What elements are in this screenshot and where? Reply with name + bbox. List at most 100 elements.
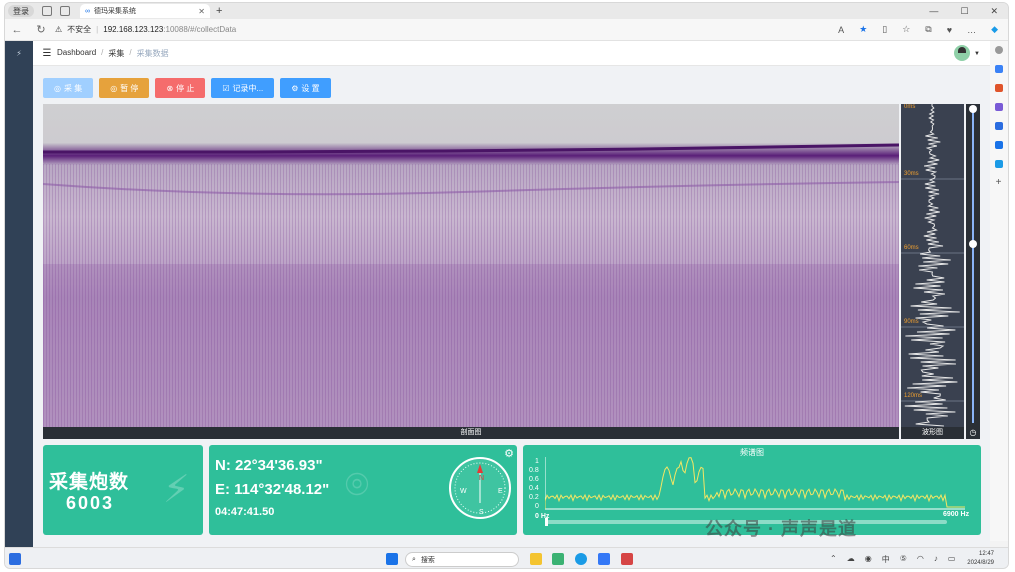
edge-icon[interactable] — [575, 553, 587, 565]
widgets-icon[interactable] — [9, 553, 21, 565]
play-icon: ◎ — [54, 83, 61, 93]
wave-mark-60: 60ms — [904, 245, 919, 251]
shots-title: 采集炮数 — [49, 472, 130, 493]
volume-icon[interactable]: ♪ — [934, 554, 938, 565]
shots-card: 采集炮数 6003 ⚡ — [43, 445, 203, 535]
depth-slider[interactable] — [966, 104, 980, 427]
back-icon[interactable]: ← — [5, 24, 29, 36]
outlook-icon[interactable] — [994, 141, 1003, 149]
seismic-profile[interactable] — [43, 104, 899, 427]
search-icon[interactable] — [994, 46, 1003, 54]
browser-window: 登录 ∞ 德玛采集系统 ✕ + — ☐ ✕ ← ↻ ⚠ 不安全 | 192.16… — [4, 2, 1009, 569]
spec-y-08: 0.8 — [529, 467, 539, 474]
app-root: ⚡ ☰ Dashboard / 采集 / 采集数据 ▼ ◎ 采 集 ◎ 暂 停 ⊗ 停… — [5, 41, 990, 547]
slider-knob-top[interactable] — [969, 105, 977, 113]
recording-button[interactable]: ☑ 记录中... — [211, 78, 275, 98]
waveform-label: 波形图 — [901, 427, 964, 439]
profile-label: 登录 — [13, 6, 29, 16]
browser-sidebar: + — [988, 41, 1008, 541]
add-icon[interactable]: + — [995, 178, 1003, 188]
ime-icon[interactable]: 中 — [882, 554, 890, 565]
search-icon: ⌕ — [412, 555, 416, 563]
logo-icon[interactable]: ⚡ — [16, 49, 22, 58]
close-tab-icon[interactable]: ✕ — [198, 7, 205, 16]
taskbar: ⌕ 搜索 ⌃ ☁ ◉ 中 ⑤ ◠ ♪ ▭ 12:47 2024/8/29 — [5, 547, 1008, 568]
taskbar-search[interactable]: ⌕ 搜索 — [405, 552, 519, 567]
tab-actions-icon[interactable] — [60, 6, 70, 16]
cloud-icon[interactable]: ☁ — [847, 554, 855, 565]
maximize-icon[interactable]: ☐ — [960, 6, 968, 17]
new-tab-button[interactable]: + — [216, 5, 222, 17]
hamburger-icon[interactable]: ☰ — [37, 48, 57, 59]
wave-mark-30: 30ms — [904, 171, 919, 177]
workspaces-icon[interactable] — [42, 6, 52, 16]
read-aloud-icon[interactable]: A — [838, 25, 844, 35]
pause-icon: ◎ — [110, 83, 118, 93]
spec-y-1: 1 — [535, 458, 539, 465]
avatar[interactable] — [954, 45, 970, 61]
warning-icon: ⚠ — [55, 25, 63, 34]
tab-active[interactable]: ∞ 德玛采集系统 ✕ — [80, 4, 210, 18]
url-host: 192.168.123.123 — [103, 25, 164, 34]
refresh-icon[interactable]: ↻ — [29, 23, 53, 36]
collections-icon[interactable]: ⧉ — [925, 24, 931, 35]
toolbox-icon[interactable] — [994, 84, 1003, 92]
wifi-icon[interactable]: ◠ — [917, 554, 924, 565]
favorite-star-icon[interactable]: ★ — [859, 24, 867, 35]
gear-icon[interactable]: ⚙ — [504, 447, 514, 460]
network-icon[interactable]: ◉ — [865, 554, 872, 565]
waveform-panel[interactable]: 0ms 30ms 60ms 90ms 120ms — [901, 104, 964, 427]
stop-label: 停 止 — [176, 83, 195, 93]
clock-icon[interactable]: ◷ — [966, 427, 980, 439]
close-window-icon[interactable]: ✕ — [990, 6, 998, 17]
profile-button[interactable]: 登录 — [8, 5, 34, 17]
spec-y-0: 0 — [535, 503, 539, 510]
split-screen-icon[interactable]: ▯ — [882, 24, 887, 35]
app3-icon[interactable] — [621, 553, 633, 565]
breadcrumb-separator: / — [129, 47, 132, 57]
profile-label: 剖面图 — [43, 427, 899, 439]
address-bar: ← ↻ ⚠ 不安全 | 192.168.123.123:10088/#/coll… — [5, 19, 1008, 41]
pause-label: 暂 停 — [120, 83, 139, 93]
collect-label: 采 集 — [63, 83, 83, 93]
people-icon[interactable] — [994, 103, 1003, 111]
top-navbar: ☰ Dashboard / 采集 / 采集数据 ▼ — [33, 41, 990, 66]
breadcrumb-collect[interactable]: 采集 — [108, 48, 124, 59]
settings-button[interactable]: ⚙ 设 置 — [280, 78, 331, 98]
chevron-up-icon[interactable]: ⌃ — [830, 554, 837, 565]
search-label: 搜索 — [420, 556, 435, 564]
record-icon: ☑ — [222, 83, 230, 93]
favorites-icon[interactable]: ☆ — [902, 24, 910, 35]
send-icon[interactable] — [994, 160, 1003, 168]
slider-knob-mid[interactable] — [969, 240, 977, 248]
stop-button[interactable]: ⊗ 停 止 — [155, 78, 206, 98]
file-explorer-icon[interactable] — [530, 553, 542, 565]
insecure-label: 不安全 — [67, 25, 92, 34]
collect-button[interactable]: ◎ 采 集 — [43, 78, 94, 98]
m365-icon[interactable] — [994, 122, 1003, 130]
app-tray-icon[interactable]: ⑤ — [900, 554, 907, 565]
app2-icon[interactable] — [598, 553, 610, 565]
more-icon[interactable]: … — [967, 25, 976, 35]
battery-icon[interactable]: ▭ — [948, 554, 956, 565]
app-icon[interactable] — [552, 553, 564, 565]
caret-down-icon[interactable]: ▼ — [974, 51, 980, 57]
spec-y-04: 0.4 — [529, 485, 539, 492]
breadcrumb-current: 采集数据 — [136, 48, 169, 58]
side-menu: ⚡ — [5, 41, 33, 547]
gps-time: 04:47:41.50 — [215, 506, 275, 518]
copilot-icon[interactable]: ◆ — [991, 24, 998, 35]
minimize-icon[interactable]: — — [929, 6, 938, 17]
url-field[interactable]: ⚠ 不安全 | 192.168.123.123:10088/#/collectD… — [55, 24, 236, 35]
shopping-icon[interactable] — [994, 65, 1003, 73]
taskbar-clock[interactable]: 12:47 2024/8/29 — [967, 550, 994, 568]
spec-x-max: 6900 Hz — [943, 511, 970, 518]
spectrum-plot — [545, 457, 965, 510]
extensions-icon[interactable]: ♥ — [947, 25, 952, 35]
range-handle[interactable] — [545, 518, 548, 526]
start-icon[interactable] — [386, 553, 398, 565]
settings-label: 设 置 — [301, 83, 320, 93]
breadcrumb-dashboard[interactable]: Dashboard — [57, 48, 96, 59]
spec-y-06: 0.6 — [529, 476, 539, 483]
pause-button[interactable]: ◎ 暂 停 — [99, 78, 150, 98]
